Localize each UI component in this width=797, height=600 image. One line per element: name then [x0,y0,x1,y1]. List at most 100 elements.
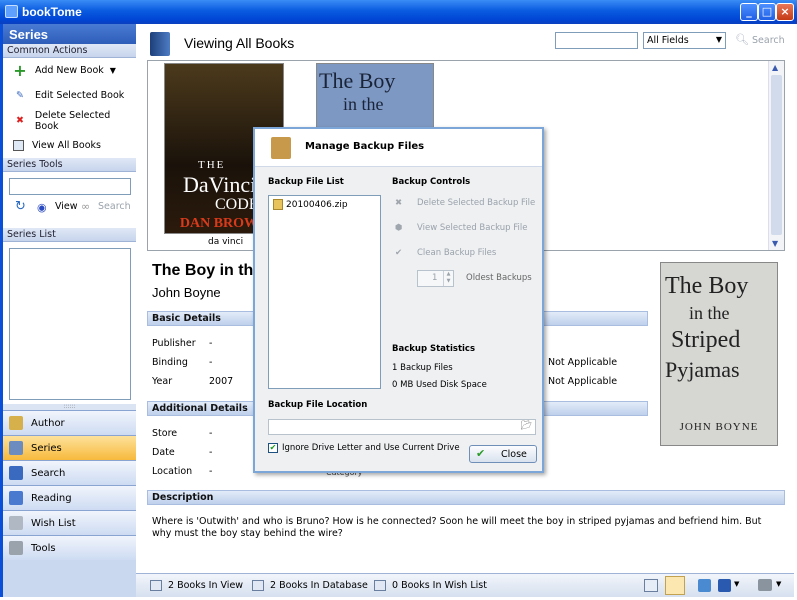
nav-reading[interactable]: Reading [3,485,136,510]
series-list-header: Series List [3,228,136,242]
nav-series[interactable]: Series [3,435,136,460]
search-button[interactable]: Search [752,35,785,46]
add-new-book-label: Add New Book [35,65,104,76]
ignore-drive-label: Ignore Drive Letter and Use Current Driv… [282,443,460,453]
field-value: - [209,428,213,439]
checkbox-checked-icon[interactable]: ✔ [268,443,278,453]
delete-selected-book-button[interactable]: ✖ Delete Selected Book [3,108,136,133]
hexagon-icon: ⬢ [395,223,403,233]
nav-search-label: Search [31,467,66,479]
refresh-icon[interactable]: ↻ [15,199,26,214]
cover-line: Striped [671,327,741,353]
series-search-input[interactable] [9,178,131,195]
close-button[interactable]: ✔ Close [469,445,537,463]
dropdown-arrow-icon[interactable]: ▼ [110,66,116,75]
cover-author: JOHN BOYNE [679,421,759,433]
location-label: Backup File Location [268,400,368,410]
close-button-label: Close [501,449,527,460]
people-icon[interactable] [698,579,711,592]
panel-header: Series [3,24,136,44]
davinci-cover-line: DaVinci [183,172,257,197]
book-title: The Boy in th [152,262,254,279]
nav-wish-list-label: Wish List [31,517,76,529]
checkmark-icon: ✔ [476,447,486,460]
window-title-bar[interactable]: bookTome _ □ × [0,0,797,24]
file-name: 20100406.zip [286,199,348,210]
view-all-books-label: View All Books [32,140,101,151]
app-icon [5,5,18,18]
left-panel: Series Common Actions + Add New Book ▼ ✎… [0,24,136,597]
ignore-drive-checkbox[interactable]: ✔ Ignore Drive Letter and Use Current Dr… [268,443,460,453]
stats-label: Backup Statistics [392,344,476,354]
series-tools-header: Series Tools [3,158,136,172]
chevron-down-icon: ▼ [715,35,722,44]
field-label: Date [152,447,175,458]
list-view-icon[interactable] [644,579,658,592]
scroll-thumb[interactable] [771,75,782,235]
chevron-down-icon[interactable]: ▼ [734,580,739,588]
nav-search[interactable]: Search [3,460,136,485]
field-select[interactable]: All Fields ▼ [643,32,726,49]
maximize-button[interactable]: □ [758,3,776,21]
book-blue-icon[interactable] [718,579,731,592]
cart-icon [374,580,386,591]
manage-backup-dialog: Manage Backup Files Backup File List 201… [253,127,544,473]
scroll-down-icon[interactable]: ▼ [772,239,778,248]
file-list-label: Backup File List [268,177,344,187]
nav-wish-list[interactable]: Wish List [3,510,136,535]
field-select-value: All Fields [647,35,689,46]
zip-file-icon [273,199,283,210]
minimize-button[interactable]: _ [740,3,758,21]
cover-view-icon[interactable] [665,576,685,595]
printer-icon[interactable] [758,579,772,591]
status-in-db-text: 2 Books In Database [270,580,368,591]
scroll-up-icon[interactable]: ▲ [772,63,778,72]
page-title: Viewing All Books [184,35,295,51]
nav-series-label: Series [31,442,62,454]
edit-selected-book-button[interactable]: ✎ Edit Selected Book [3,83,136,108]
delete-backup-button[interactable]: ✖ Delete Selected Backup File [395,198,535,208]
oldest-stepper[interactable]: 1 ▲ ▼ [417,270,454,287]
eye-icon[interactable]: ◉ [37,201,47,214]
browse-folder-icon[interactable]: 📂︎ [521,421,532,431]
field-value: - [209,338,213,349]
description-header: Description [147,490,785,505]
window-title: bookTome [22,5,82,19]
author-icon [9,416,23,430]
status-in-db: 2 Books In Database [252,580,368,591]
status-in-wishlist-text: 0 Books In Wish List [392,580,487,591]
edit-selected-book-label: Edit Selected Book [35,90,125,101]
status-in-view-text: 2 Books In View [168,580,244,591]
view-all-books-button[interactable]: View All Books [3,133,136,158]
search-input[interactable] [555,32,638,49]
view-button[interactable]: View [55,201,78,212]
controls-label: Backup Controls [392,177,471,187]
delete-backup-label: Delete Selected Backup File [417,198,536,208]
stepper-arrows-icon[interactable]: ▲ ▼ [443,271,453,286]
oldest-label: Oldest Backups [466,273,532,283]
list-item[interactable]: 20100406.zip [273,199,348,210]
view-backup-button[interactable]: ⬢ View Selected Backup File [395,223,528,233]
grid-scrollbar[interactable]: ▲ ▼ [768,61,784,250]
location-input[interactable]: 📂︎ [268,419,536,435]
search-icon [9,466,23,480]
nav-author[interactable]: Author [3,410,136,435]
binoculars-icon: ∞ [81,200,91,213]
search-button-disabled[interactable]: Search [98,201,131,212]
nav-tools[interactable]: Tools [3,535,136,560]
stat-disk: 0 MB Used Disk Space [392,380,487,390]
add-new-book-button[interactable]: + Add New Book ▼ [3,58,136,83]
chevron-down-icon[interactable]: ▼ [776,580,781,588]
cover-line: in the [343,94,384,114]
close-window-button[interactable]: × [776,3,794,21]
book-icon [9,491,23,505]
backup-file-list[interactable]: 20100406.zip [268,195,381,389]
field-value: 2007 [209,376,234,387]
book-icon [150,580,162,591]
clean-backup-button[interactable]: ✔ Clean Backup Files [395,248,496,258]
pencil-icon: ✎ [16,89,24,101]
cover-line: Pyjamas [665,357,740,382]
series-list[interactable] [9,248,131,400]
nav-tools-label: Tools [31,542,56,554]
common-actions-header: Common Actions [3,44,136,58]
